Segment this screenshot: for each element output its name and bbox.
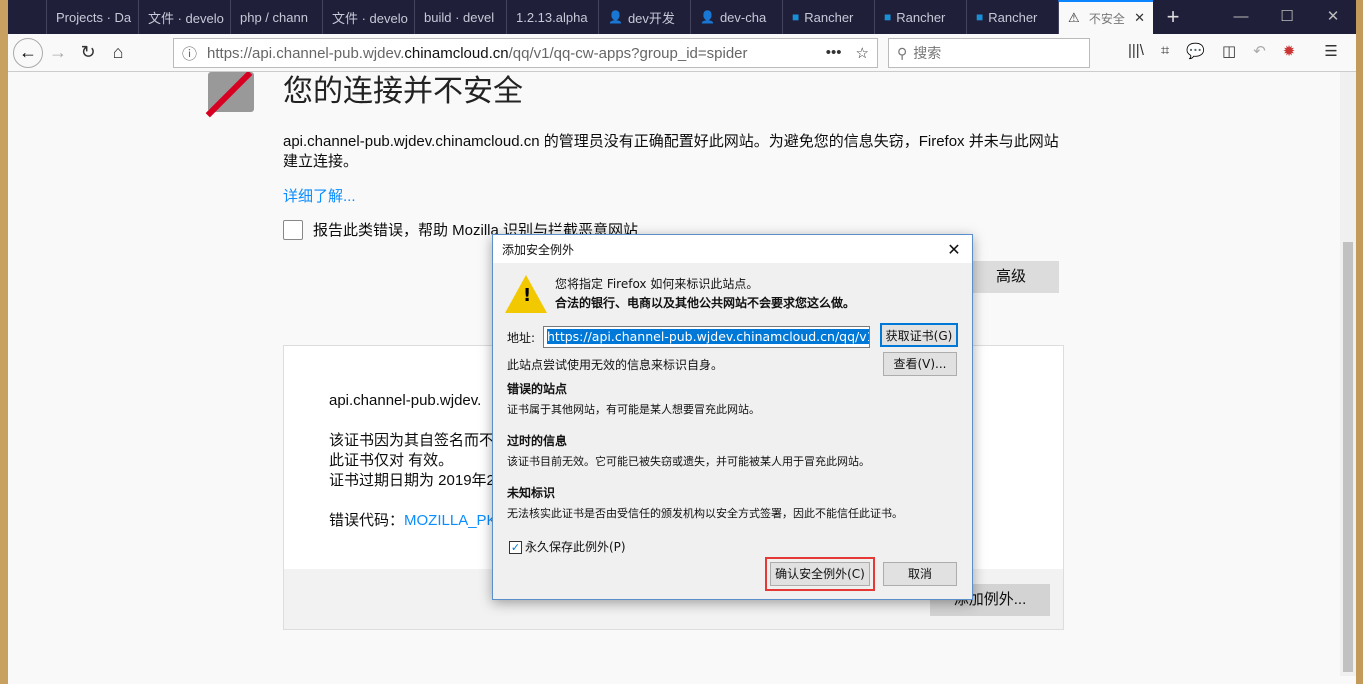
cert-status: 此站点尝试使用无效的信息来标识自身。 — [507, 358, 724, 372]
tab-label: 文件 · develo — [148, 10, 224, 26]
broken-lock-icon — [208, 72, 254, 112]
tab-label: build · devel — [424, 9, 495, 25]
error-code-label: 错误代码： — [329, 512, 405, 529]
tab-label: php / chann — [240, 9, 308, 25]
close-window-icon[interactable]: ✕ — [1310, 0, 1356, 34]
home-button[interactable]: ⌂ — [103, 42, 133, 63]
dialog-close-icon[interactable]: ✕ — [936, 240, 972, 259]
warning-icon: ⚠ — [1068, 10, 1080, 25]
scrollbar-thumb[interactable] — [1343, 242, 1353, 672]
tab[interactable]: 1.2.13.alpha — [506, 0, 598, 34]
tab[interactable]: build · devel — [414, 0, 506, 34]
search-input[interactable]: ⚲ 搜索 — [888, 38, 1090, 68]
tab[interactable]: Projects · Da — [46, 0, 138, 34]
warning-icon: ! — [505, 275, 547, 313]
dialog-titlebar: 添加安全例外 ✕ — [493, 235, 972, 263]
undo-icon[interactable]: ↶ — [1253, 42, 1266, 60]
sidebar-icon[interactable]: ◫ — [1222, 42, 1236, 60]
learn-more-link[interactable]: 详细了解... — [283, 185, 356, 206]
checkbox[interactable] — [283, 219, 303, 240]
address-label: 地址: — [507, 331, 536, 345]
chat-icon[interactable]: 💬 — [1186, 42, 1205, 60]
tab-bar: Projects · Da 文件 · develo php / chann 文件… — [8, 0, 1356, 34]
jenkins-icon: 👤 — [608, 10, 623, 24]
url-prefix: https://api.channel-pub.wjdev. — [207, 44, 405, 62]
tab-active[interactable]: ⚠ 不安全 ✕ — [1058, 0, 1153, 34]
tab-bar-spacer — [8, 0, 46, 34]
tab-label: dev-cha — [719, 9, 767, 25]
page-actions-icon[interactable]: ••• — [826, 44, 842, 62]
tab[interactable]: ■ Rancher — [966, 0, 1058, 34]
nav-bar: ← → ↻ ⌂ ⓘ https://api.channel-pub.wjdev.… — [8, 34, 1356, 72]
library-icon[interactable]: |||\ — [1128, 42, 1144, 60]
address-input[interactable]: https://api.channel-pub.wjdev.chinamclou… — [543, 326, 870, 348]
add-security-exception-dialog: 添加安全例外 ✕ ! 您将指定 Firefox 如何来标识此站点。 合法的银行、电… — [492, 234, 973, 600]
tab-label: 不安全 — [1088, 11, 1125, 26]
section-text: 无法核实此证书是否由受信任的颁发机构以安全方式签署，因此不能信任此证书。 — [507, 507, 903, 520]
tab[interactable]: 👤 dev-cha — [690, 0, 782, 34]
extension-icon[interactable]: ✹ — [1283, 42, 1296, 60]
new-tab-button[interactable]: + — [1153, 0, 1193, 34]
window-controls: — ☐ ✕ — [1218, 0, 1356, 34]
search-icon: ⚲ — [897, 44, 908, 61]
toolbar-icons: |||\ ⌗ 💬 ◫ ↶ ✹ ☰ — [1128, 42, 1338, 60]
error-code-link[interactable]: MOZILLA_PK — [404, 512, 497, 529]
tab-label: Rancher — [988, 9, 1038, 25]
back-button[interactable]: ← — [13, 37, 43, 68]
screenshot-icon[interactable]: ⌗ — [1161, 42, 1169, 60]
rancher-icon: ■ — [976, 10, 984, 24]
tab-label: Rancher — [896, 9, 946, 25]
tab-label: Rancher — [804, 9, 854, 25]
search-placeholder: 搜索 — [913, 45, 942, 61]
url-bar[interactable]: ⓘ https://api.channel-pub.wjdev. chinamcl… — [173, 38, 878, 68]
tab[interactable]: 👤 dev开发 — [598, 0, 690, 34]
close-tab-icon[interactable]: ✕ — [1134, 10, 1145, 26]
info-icon: ⓘ — [182, 45, 198, 63]
rancher-icon: ■ — [884, 10, 892, 24]
cancel-button[interactable]: 取消 — [883, 562, 957, 586]
reload-button[interactable]: ↻ — [73, 42, 103, 63]
menu-icon[interactable]: ☰ — [1324, 42, 1337, 60]
tab-label: dev开发 — [627, 10, 675, 26]
error-description: api.channel-pub.wjdev.chinamcloud.cn 的管理… — [283, 133, 1059, 170]
section-title: 过时的信息 — [507, 434, 568, 448]
maximize-icon[interactable]: ☐ — [1264, 0, 1310, 34]
get-certificate-button[interactable]: 获取证书(G) — [880, 323, 958, 347]
tab[interactable]: ■ Rancher — [874, 0, 966, 34]
minimize-icon[interactable]: — — [1218, 0, 1264, 34]
section-text: 证书属于其他网站，有可能是某人想要冒充此网站。 — [507, 403, 760, 416]
tab-label: Projects · Da — [56, 9, 132, 25]
rancher-icon: ■ — [792, 10, 800, 24]
tab[interactable]: ■ Rancher — [782, 0, 874, 34]
tab[interactable]: php / chann — [230, 0, 322, 34]
section-text: 该证书目前无效。它可能已被失窃或遗失，并可能被某人用于冒充此网站。 — [507, 455, 870, 468]
tab[interactable]: 文件 · develo — [138, 0, 230, 34]
bookmark-star-icon[interactable]: ☆ — [856, 44, 869, 62]
section-title: 错误的站点 — [507, 382, 568, 396]
checkbox-checked-icon[interactable]: ✓ — [509, 541, 522, 554]
url-domain: chinamcloud.cn — [404, 44, 509, 62]
tab-label: 文件 · develo — [332, 10, 408, 26]
view-button[interactable]: 查看(V)... — [883, 352, 957, 376]
forward-button[interactable]: → — [43, 42, 73, 63]
address-value: https://api.channel-pub.wjdev.chinamclou… — [547, 329, 869, 344]
scrollbar[interactable] — [1340, 72, 1356, 676]
tab-label: 1.2.13.alpha — [516, 9, 588, 25]
confirm-exception-button[interactable]: 确认安全例外(C) — [770, 562, 870, 586]
jenkins-icon: 👤 — [700, 10, 715, 24]
dialog-title: 添加安全例外 — [502, 242, 575, 257]
advanced-button[interactable]: 高级 — [963, 261, 1059, 293]
page-title: 您的连接并不安全 — [283, 75, 523, 108]
url-path: /qq/v1/qq-cw-apps?group_id=spider — [508, 44, 748, 62]
permanent-label: 永久保存此例外(P) — [525, 540, 626, 554]
permanent-checkbox[interactable]: ✓ 永久保存此例外(P) — [509, 538, 626, 555]
dialog-warning: 合法的银行、电商以及其他公共网站不会要求您这么做。 — [555, 296, 856, 310]
section-title: 未知标识 — [507, 486, 556, 500]
tab[interactable]: 文件 · develo — [322, 0, 414, 34]
dialog-intro: 您将指定 Firefox 如何来标识此站点。 — [555, 277, 759, 291]
